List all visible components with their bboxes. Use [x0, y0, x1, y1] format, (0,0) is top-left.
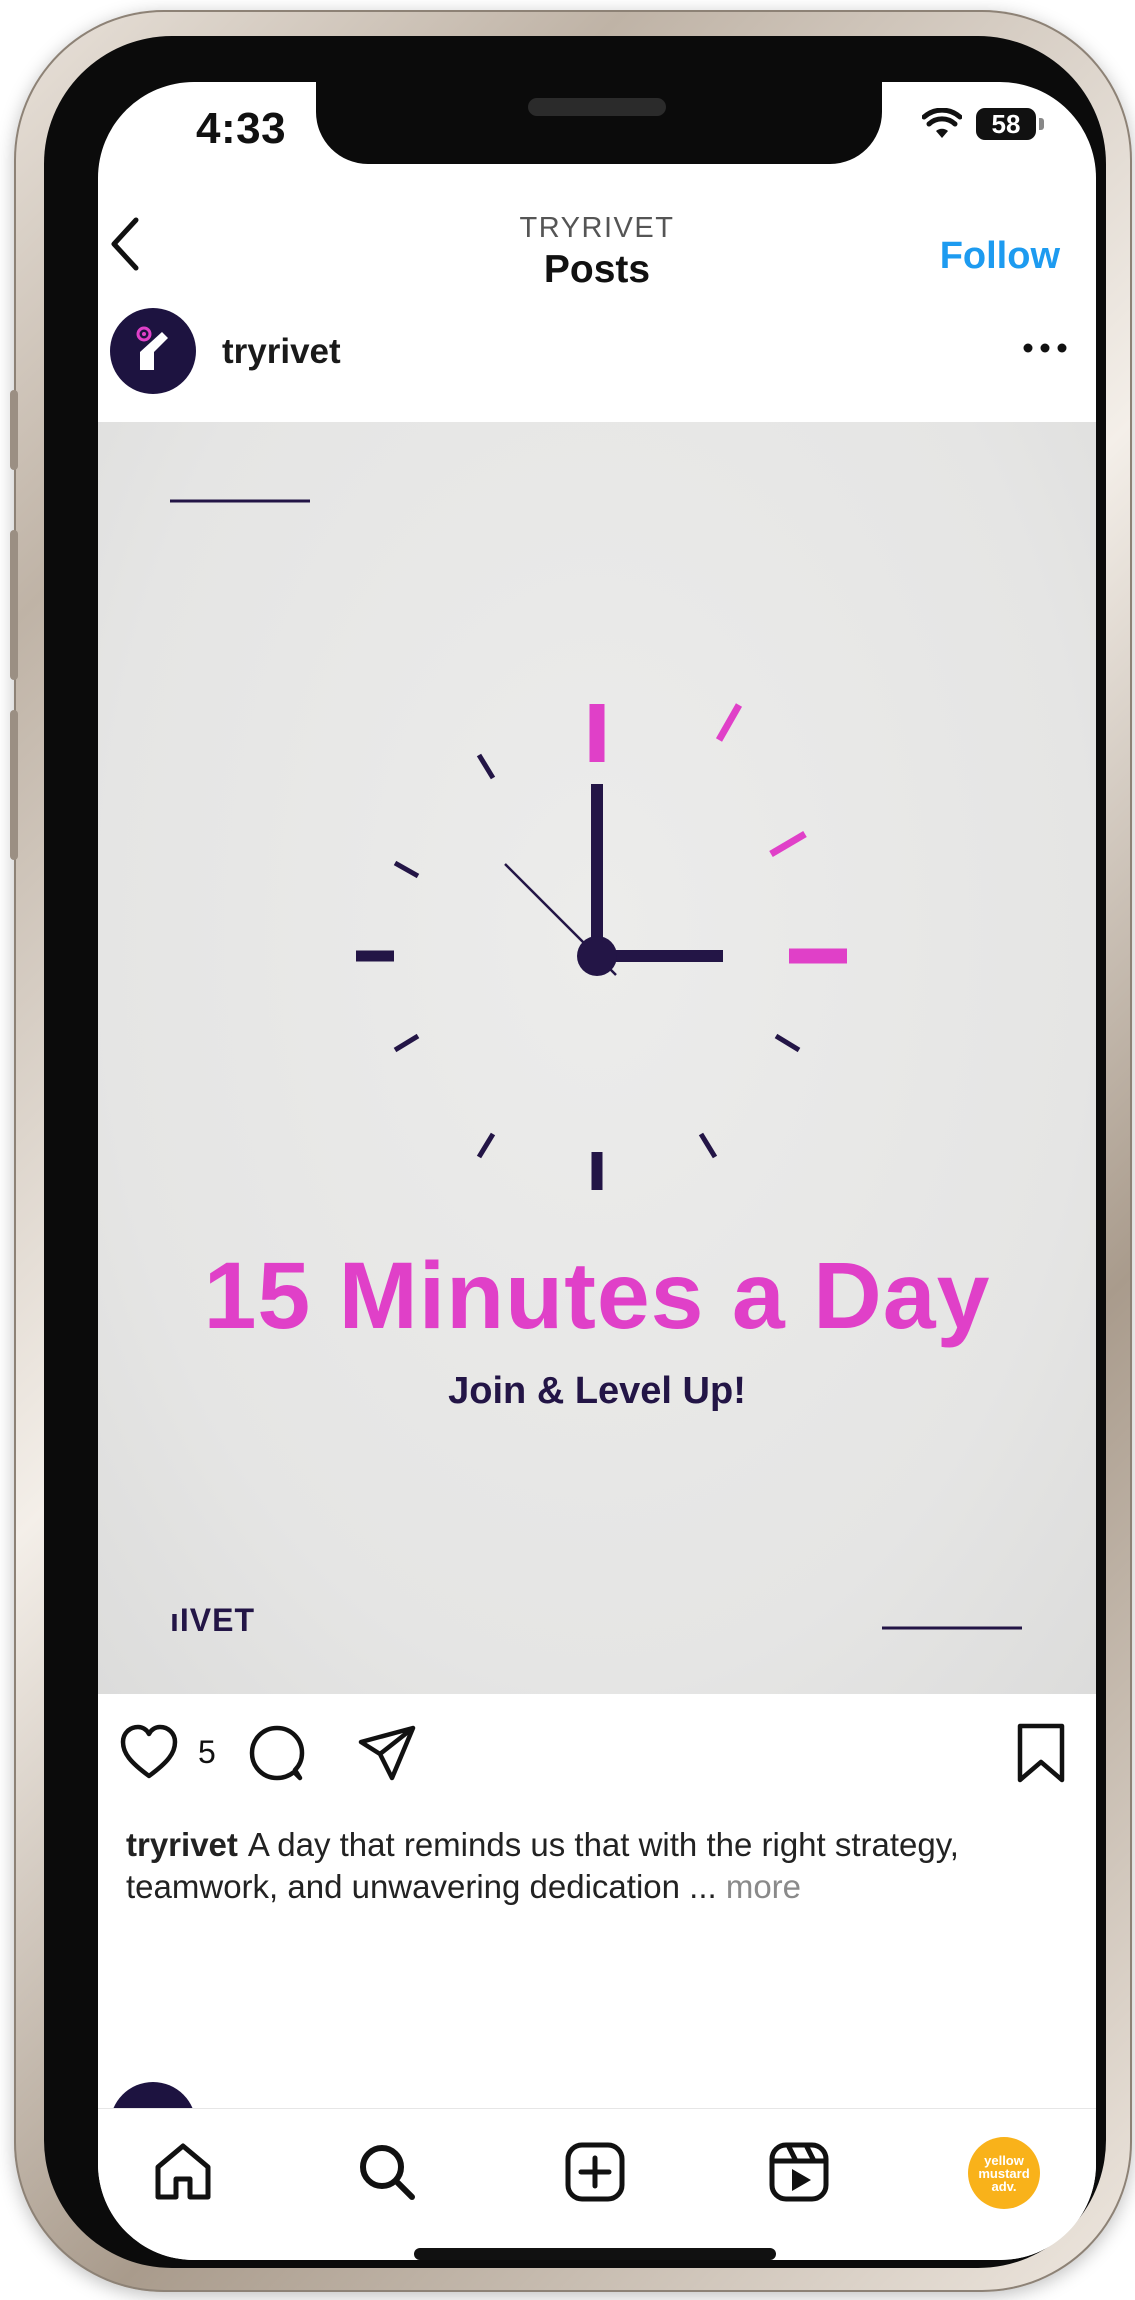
clock-tick-11: [476, 753, 496, 780]
notch: [316, 82, 882, 164]
create-post-icon[interactable]: [562, 2139, 628, 2205]
phone-frame: 4:33 58 TRYRIVET Posts Follow tryrivet 1…: [10, 10, 1132, 2292]
like-heart-icon[interactable]: [118, 1722, 180, 1784]
caption-more-link[interactable]: more: [726, 1868, 801, 1905]
mute-switch: [10, 390, 18, 470]
home-indicator[interactable]: [414, 2248, 776, 2260]
profile-avatar[interactable]: yellow mustard adv.: [968, 2137, 1040, 2209]
comment-icon[interactable]: [246, 1722, 308, 1784]
profile-avatar-text: yellow mustard adv.: [978, 2152, 1030, 2194]
wifi-icon: [922, 108, 962, 138]
battery-icon: 58: [976, 108, 1044, 140]
post-image[interactable]: 15 Minutes a Day Join & Level Up! ıIVET: [98, 422, 1096, 1694]
clock-tick-2: [769, 830, 807, 858]
bottom-nav: yellow mustard adv.: [98, 2108, 1096, 2260]
caption-username[interactable]: tryrivet: [126, 1826, 238, 1863]
brand-mark: ıIVET: [170, 1602, 256, 1638]
post-header: tryrivet: [98, 298, 1096, 408]
screen: 4:33 58 TRYRIVET Posts Follow tryrivet 1…: [98, 82, 1096, 2260]
search-icon[interactable]: [354, 2139, 420, 2205]
more-options-icon[interactable]: [1020, 338, 1070, 358]
rivet-logo-icon: [136, 326, 168, 370]
clock-tick-10: [393, 860, 420, 879]
clock-tick-4: [774, 1033, 801, 1053]
post-subhead: Join & Level Up!: [448, 1370, 746, 1412]
bookmark-icon[interactable]: [1010, 1722, 1072, 1784]
avatar[interactable]: [110, 308, 196, 394]
follow-button[interactable]: Follow: [934, 234, 1066, 279]
reels-icon[interactable]: [766, 2139, 832, 2205]
post-username[interactable]: tryrivet: [222, 332, 341, 372]
clock-tick-1: [715, 703, 743, 742]
share-send-icon[interactable]: [356, 1722, 418, 1784]
like-count: 5: [198, 1734, 216, 1770]
clock-tick-8: [393, 1033, 420, 1053]
home-icon[interactable]: [150, 2139, 216, 2205]
volume-up-button: [10, 530, 18, 680]
clock-center: [577, 936, 617, 976]
post-headline: 15 Minutes a Day: [203, 1243, 991, 1349]
clock-graphic: [170, 499, 1022, 1630]
clock-tick-7: [476, 1132, 496, 1159]
caption-text: A day that reminds us that with the righ…: [126, 1826, 959, 1905]
status-icons: 58: [922, 108, 1044, 140]
post-actions: 5: [98, 1716, 1096, 1796]
clock-tick-5: [698, 1132, 718, 1159]
status-time: 4:33: [196, 104, 287, 153]
post-caption: tryrivet A day that reminds us that with …: [126, 1824, 1076, 1908]
speaker: [528, 98, 666, 116]
volume-down-button: [10, 710, 18, 860]
page-header: TRYRIVET Posts Follow: [98, 182, 1096, 292]
